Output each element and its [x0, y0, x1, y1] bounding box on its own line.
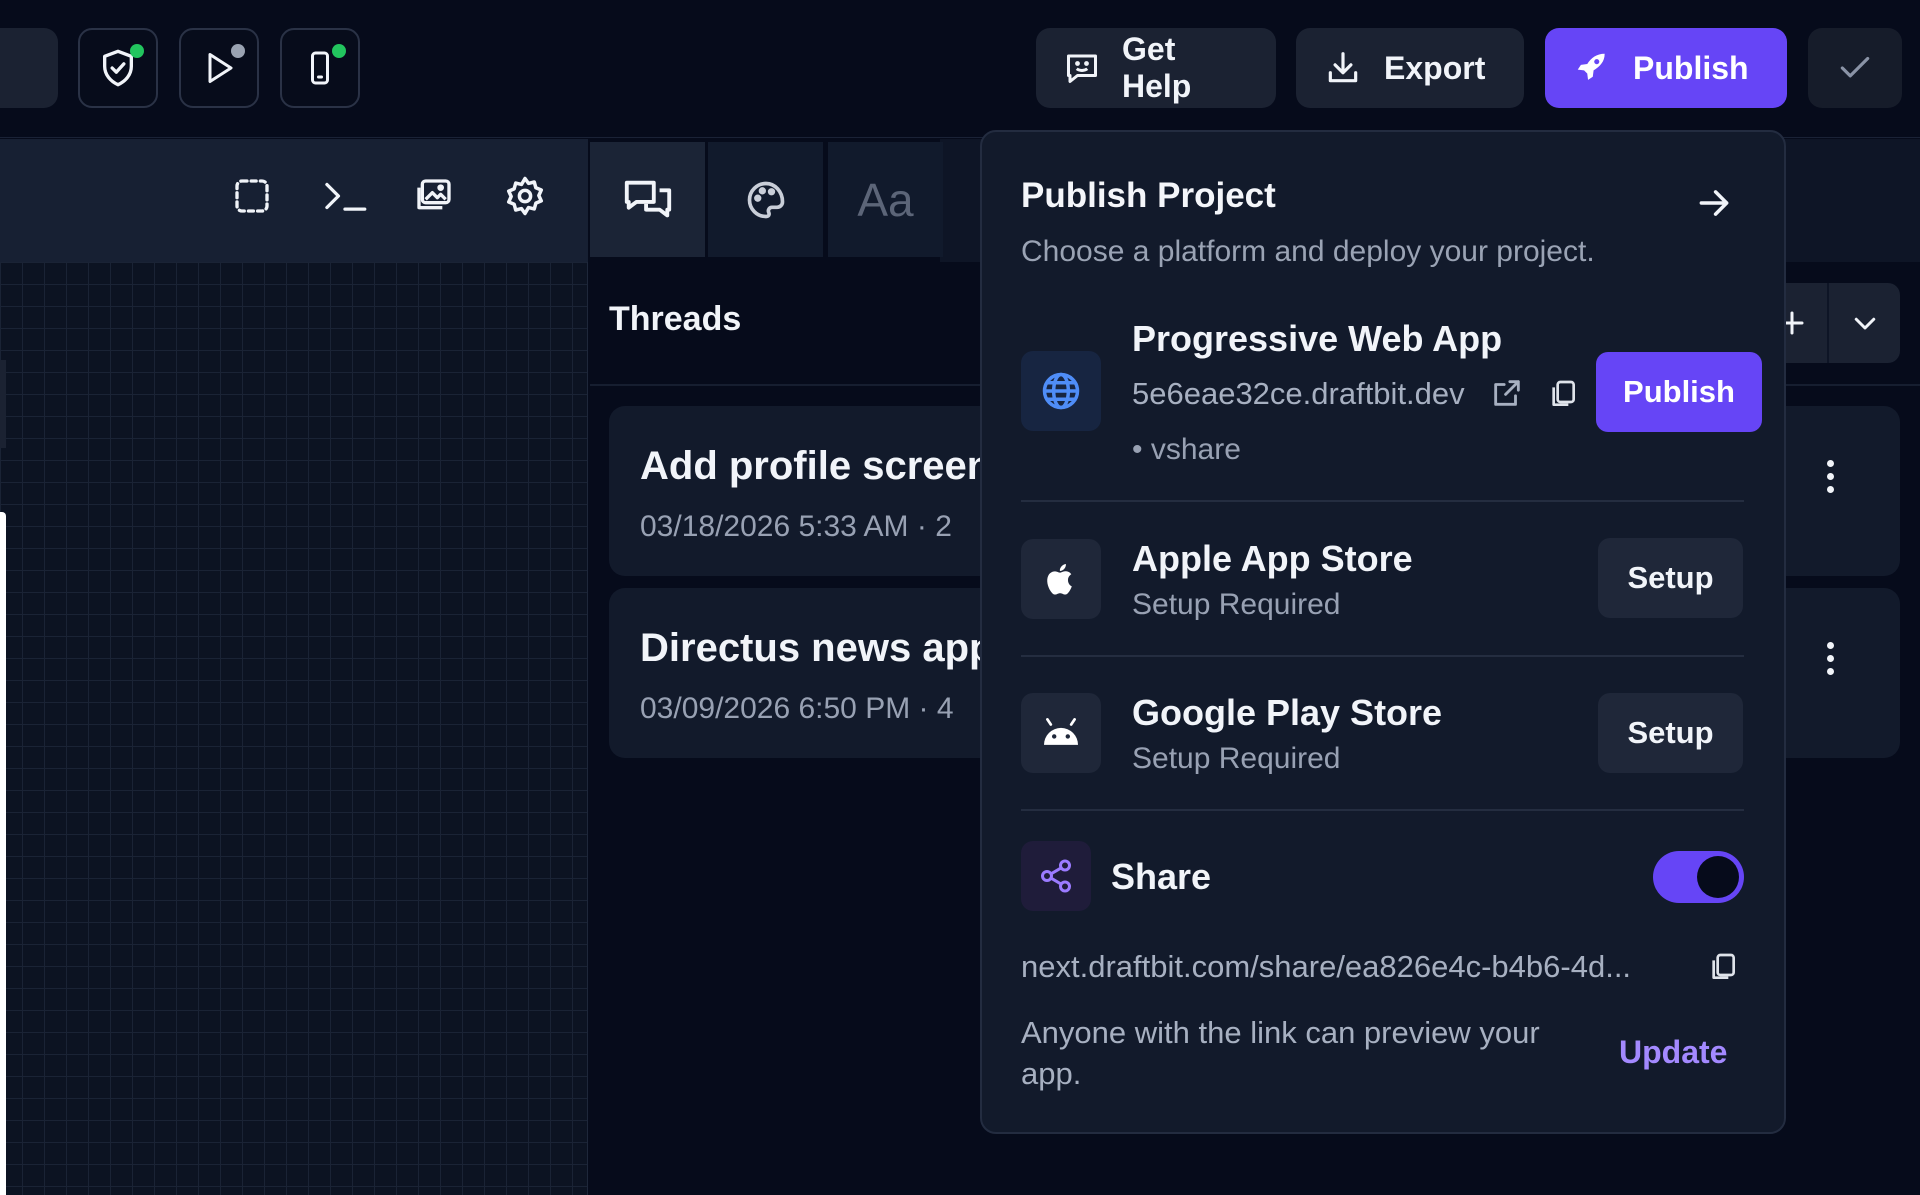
- publish-label: Publish: [1633, 49, 1749, 86]
- external-link-icon[interactable]: [1490, 376, 1524, 410]
- typography-label: Aa: [857, 173, 914, 226]
- threads-title: Threads: [609, 300, 742, 338]
- chevron-down-icon: [1850, 308, 1880, 338]
- apple-store-name: Apple App Store: [1132, 538, 1413, 579]
- thread-meta: 03/18/2026 5:33 AM · 2: [640, 510, 952, 543]
- thread-title: Directus news app: [640, 626, 994, 670]
- divider: [1021, 809, 1744, 811]
- pwa-publish-button[interactable]: Publish: [1596, 352, 1762, 432]
- popover-title: Publish Project: [1021, 176, 1276, 215]
- confirm-button[interactable]: [1808, 28, 1902, 108]
- pwa-url[interactable]: 5e6eae32ce.draftbit.dev: [1132, 376, 1465, 412]
- device-preview-button[interactable]: [280, 28, 360, 108]
- gear-icon[interactable]: [501, 172, 549, 220]
- share-note: Anyone with the link can preview your ap…: [1021, 1015, 1540, 1091]
- canvas-toolbar: [0, 139, 588, 262]
- tab-theme[interactable]: [708, 142, 823, 257]
- share-toggle[interactable]: [1653, 851, 1744, 903]
- toggle-knob: [1697, 856, 1739, 898]
- copy-icon[interactable]: [1547, 377, 1579, 411]
- google-store-status: Setup Required: [1132, 742, 1341, 775]
- get-help-button[interactable]: Get Help: [1036, 28, 1276, 108]
- apple-icon: [1021, 539, 1101, 619]
- canvas-handle[interactable]: [0, 360, 6, 448]
- project-selector[interactable]: [0, 28, 58, 108]
- preview-play-button[interactable]: [179, 28, 259, 108]
- apple-store-status: Setup Required: [1132, 588, 1341, 621]
- thread-options-dropdown[interactable]: [1829, 283, 1900, 363]
- export-label: Export: [1384, 49, 1486, 86]
- chat-smile-icon: [1064, 50, 1100, 86]
- divider: [1021, 500, 1744, 502]
- palette-icon: [744, 178, 788, 222]
- thread-meta: 03/09/2026 6:50 PM · 4: [640, 692, 954, 725]
- apple-setup-button[interactable]: Setup: [1598, 538, 1743, 618]
- tab-typography[interactable]: Aa: [828, 142, 943, 257]
- pwa-name: Progressive Web App: [1132, 318, 1503, 359]
- device-frame: [0, 512, 6, 1195]
- popover-subtitle: Choose a platform and deploy your projec…: [1021, 235, 1595, 268]
- download-icon: [1324, 49, 1362, 87]
- image-gallery-icon[interactable]: [410, 172, 458, 220]
- google-setup-button[interactable]: Setup: [1598, 693, 1743, 773]
- google-store-name: Google Play Store: [1132, 692, 1443, 733]
- share-icon: [1021, 841, 1091, 911]
- share-url[interactable]: next.draftbit.com/share/ea826e4c-b4b6-4d…: [1021, 949, 1631, 985]
- tab-threads[interactable]: [590, 142, 705, 257]
- rocket-icon: [1573, 49, 1611, 87]
- publish-button[interactable]: Publish: [1545, 28, 1787, 108]
- get-help-label: Get Help: [1122, 31, 1192, 104]
- select-area-icon[interactable]: [228, 172, 276, 220]
- kebab-menu-icon[interactable]: [1815, 446, 1845, 506]
- thread-title: Add profile screen: [640, 444, 992, 488]
- design-canvas[interactable]: [0, 262, 588, 1195]
- kebab-menu-icon[interactable]: [1815, 628, 1845, 688]
- check-icon: [1836, 49, 1874, 87]
- security-status-button[interactable]: [78, 28, 158, 108]
- pwa-branch-tag: • vshare: [1132, 433, 1241, 466]
- export-button[interactable]: Export: [1296, 28, 1524, 108]
- status-dot: [130, 44, 144, 58]
- share-label: Share: [1111, 856, 1212, 897]
- divider: [1021, 655, 1744, 657]
- chat-bubbles-icon: [621, 176, 675, 224]
- android-icon: [1021, 693, 1101, 773]
- status-dot: [231, 44, 245, 58]
- status-dot: [332, 44, 346, 58]
- copy-icon[interactable]: [1707, 950, 1739, 984]
- update-link[interactable]: Update: [1619, 1034, 1727, 1071]
- arrow-right-icon[interactable]: [1695, 184, 1733, 222]
- terminal-icon[interactable]: [318, 172, 372, 220]
- globe-icon: [1021, 351, 1101, 431]
